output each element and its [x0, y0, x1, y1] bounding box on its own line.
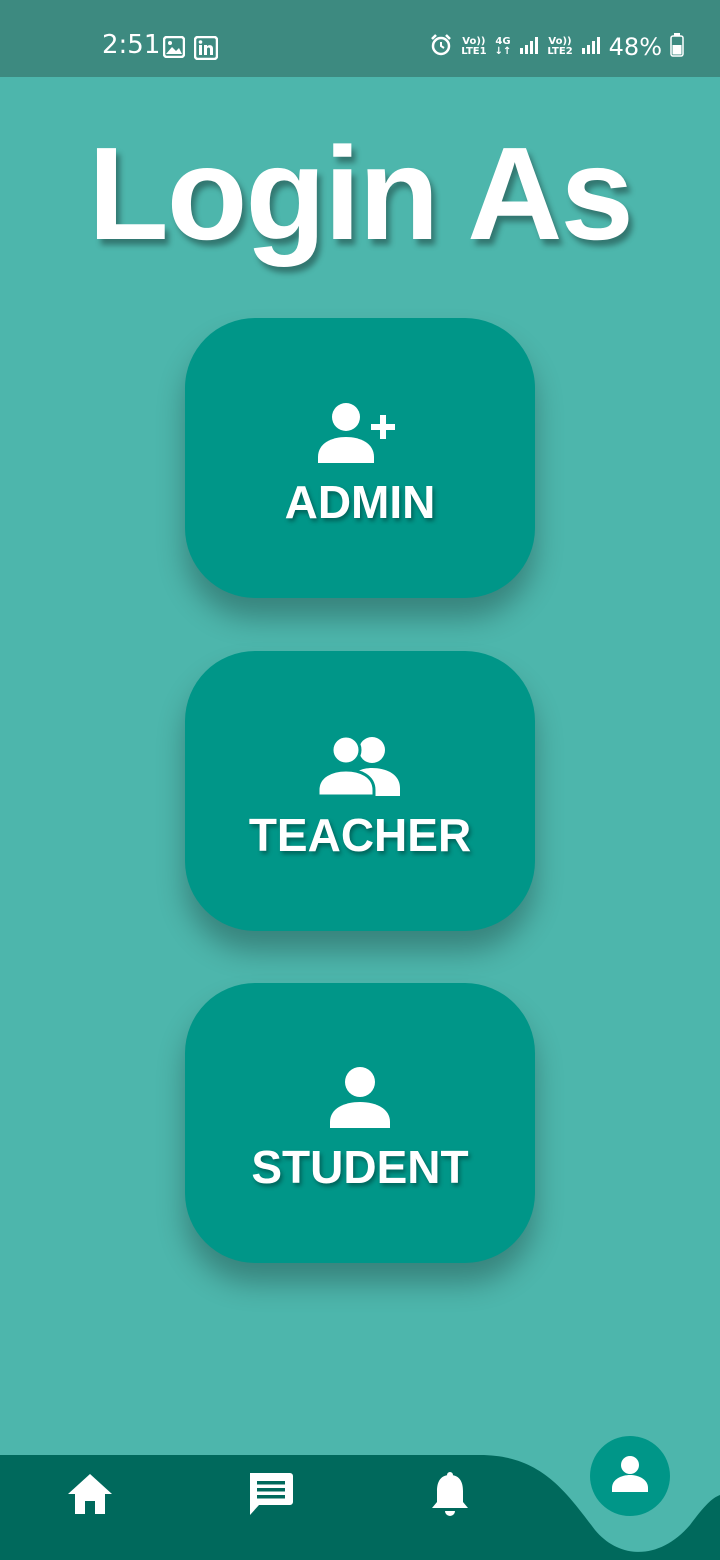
battery-percent: 48% [608, 33, 662, 61]
net-type-label: 4G [495, 36, 511, 47]
sim1-lte: LTE1 [461, 46, 487, 57]
admin-label: ADMIN [284, 476, 436, 528]
profile-fab-button[interactable] [590, 1436, 670, 1516]
person-add-icon [318, 397, 402, 467]
network-type: 4G ↓↑ [494, 36, 512, 57]
status-bar: 2:51 Vo)) LTE1 4G ↓↑ Vo)) LTE2 48% [0, 0, 720, 77]
student-label: STUDENT [251, 1141, 469, 1193]
student-button[interactable]: STUDENT [185, 983, 535, 1263]
person-icon [610, 1454, 650, 1499]
gallery-notification-icon [162, 35, 186, 63]
linkedin-notification-icon [193, 35, 219, 65]
admin-button[interactable]: ADMIN [185, 318, 535, 598]
signal-icon [581, 35, 601, 60]
teacher-label: TEACHER [248, 809, 472, 861]
home-icon [66, 1472, 114, 1521]
person-icon [329, 1062, 391, 1132]
signal-icon [519, 35, 539, 60]
battery-icon [670, 32, 684, 62]
sim2-lte: LTE2 [547, 46, 573, 57]
sim2-indicator: Vo)) LTE2 [547, 37, 572, 57]
nav-notifications[interactable] [422, 1468, 478, 1524]
chat-icon [246, 1471, 294, 1522]
status-right-group: Vo)) LTE1 4G ↓↑ Vo)) LTE2 48% [429, 30, 684, 64]
teacher-button[interactable]: TEACHER [185, 651, 535, 931]
bell-icon [430, 1471, 470, 1522]
alarm-icon [429, 33, 453, 62]
page-title: Login As [88, 120, 634, 267]
people-icon [318, 730, 402, 800]
nav-chat[interactable] [242, 1468, 298, 1524]
nav-home[interactable] [62, 1468, 118, 1524]
status-time: 2:51 [102, 30, 161, 60]
sim1-indicator: Vo)) LTE1 [461, 37, 486, 57]
